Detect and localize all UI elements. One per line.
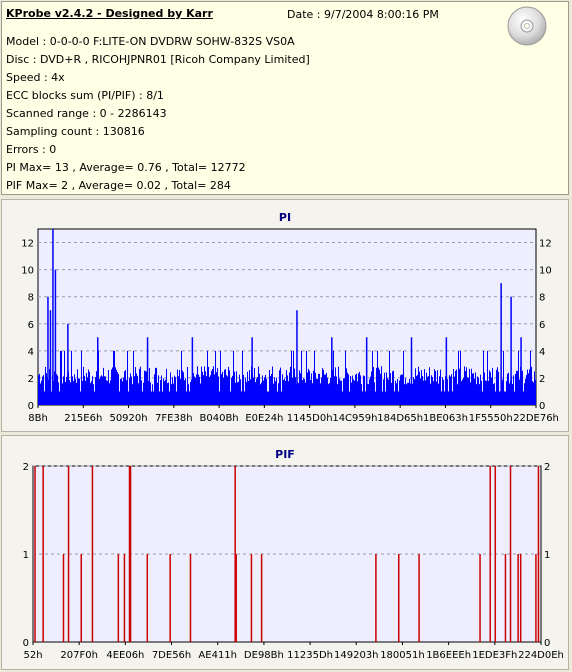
pif-ytick-right: 1 xyxy=(544,550,550,561)
pi-ytick-left: 8 xyxy=(28,293,34,304)
pif-xtick: 1EDE3Fh xyxy=(472,650,517,661)
pi-xtick: E0E24h xyxy=(245,413,283,424)
pi-xtick: 1BE063h xyxy=(423,413,468,424)
pi-xtick: 50920h xyxy=(109,413,147,424)
pi-chart-title: PI xyxy=(279,211,291,224)
pi-ytick-right: 10 xyxy=(539,266,552,277)
pi-ytick-left: 12 xyxy=(21,239,34,250)
errors-line: Errors : 0 xyxy=(6,143,57,156)
ecc-line: ECC blocks sum (PI/PIF) : 8/1 xyxy=(6,89,164,102)
disc-line: Disc : DVD+R , RICOHJPNR01 [Ricoh Compan… xyxy=(6,53,310,66)
pif-chart-title: PIF xyxy=(275,448,295,461)
pif-ytick-left: 2 xyxy=(23,462,29,473)
pif-ytick-left: 1 xyxy=(23,550,29,561)
sampling-line: Sampling count : 130816 xyxy=(6,125,145,138)
pi-chart-panel: PI 0 0 2 2 4 4 6 6 8 8 10 10 12 12 8Bh 215E6h 50920h 7FE3… xyxy=(1,199,569,432)
pif-chart: PIF 0 0 1 1 2 2 52h 207F0h 4EE06h 7DE56h AE411h DE9… xyxy=(23,448,564,661)
pi-xtick: 1F5550h xyxy=(469,413,513,424)
pif-xtick: 7DE56h xyxy=(152,650,191,661)
pif-ytick-left: 0 xyxy=(23,638,29,649)
pif-stats-line: PIF Max= 2 , Average= 0.02 , Total= 284 xyxy=(6,179,231,192)
pi-xtick: 14C959h xyxy=(332,413,377,424)
pif-chart-panel: PIF 0 0 1 1 2 2 52h 207F0h 4EE06h 7DE56h AE411h DE9… xyxy=(1,435,569,670)
pi-chart: PI 0 0 2 2 4 4 6 6 8 8 10 10 12 12 8Bh 215E6h 50920h 7FE3… xyxy=(21,211,559,424)
pif-xtick: 180051h xyxy=(380,650,425,661)
pi-xtick: 215E6h xyxy=(64,413,102,424)
pif-xtick: 149203h xyxy=(334,650,379,661)
pif-xtick: AE411h xyxy=(198,650,237,661)
pi-xtick: 22DE76h xyxy=(513,413,559,424)
pif-xtick: 11235Dh xyxy=(287,650,333,661)
pif-ytick-right: 2 xyxy=(544,462,550,473)
pi-ytick-right: 0 xyxy=(539,401,545,412)
pi-xtick: B040Bh xyxy=(200,413,239,424)
range-line: Scanned range : 0 - 2286143 xyxy=(6,107,167,120)
scan-date: Date : 9/7/2004 8:00:16 PM xyxy=(287,8,439,21)
pi-ytick-right: 8 xyxy=(539,293,545,304)
pif-xtick: DE98Bh xyxy=(244,650,284,661)
pi-ytick-left: 10 xyxy=(21,266,34,277)
model-line: Model : 0-0-0-0 F:LITE-ON DVDRW SOHW-832… xyxy=(6,35,295,48)
pi-xtick: 7FE38h xyxy=(155,413,193,424)
pi-ytick-left: 6 xyxy=(28,320,34,331)
pi-ytick-right: 2 xyxy=(539,374,545,385)
app-title: KProbe v2.4.2 - Designed by Karr xyxy=(6,7,213,20)
pi-ytick-left: 2 xyxy=(28,374,34,385)
pi-xtick: 184D65h xyxy=(377,413,423,424)
speed-line: Speed : 4x xyxy=(6,71,65,84)
pif-xtick: 224D0Eh xyxy=(518,650,564,661)
pif-xtick: 52h xyxy=(23,650,42,661)
pi-xtick: 8Bh xyxy=(28,413,48,424)
pif-ytick-right: 0 xyxy=(544,638,550,649)
pi-ytick-right: 4 xyxy=(539,347,545,358)
cd-disc-icon xyxy=(507,6,547,46)
pi-xtick: 1145D0h xyxy=(287,413,333,424)
info-panel: KProbe v2.4.2 - Designed by Karr Date : … xyxy=(1,1,569,195)
pi-ytick-left: 0 xyxy=(28,401,34,412)
pi-ytick-right: 6 xyxy=(539,320,545,331)
pif-xtick: 207F0h xyxy=(60,650,98,661)
pi-stats-line: PI Max= 13 , Average= 0.76 , Total= 1277… xyxy=(6,161,246,174)
pif-xtick: 4EE06h xyxy=(106,650,144,661)
pi-ytick-right: 12 xyxy=(539,239,552,250)
pi-ytick-left: 4 xyxy=(28,347,34,358)
pif-xtick: 1B6EEEh xyxy=(426,650,471,661)
